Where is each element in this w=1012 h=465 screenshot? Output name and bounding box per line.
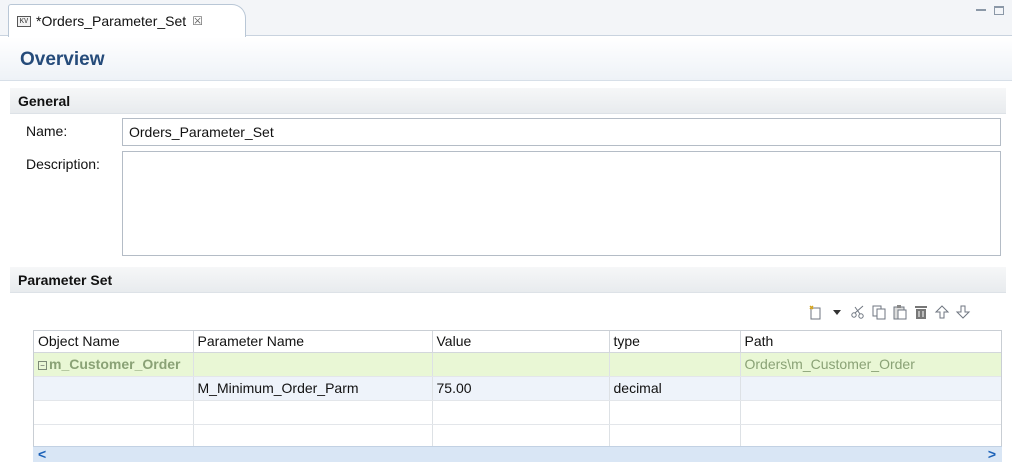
window-controls	[976, 6, 1004, 15]
object-name-cell: − m_Customer_Order	[34, 352, 194, 377]
empty-cell	[432, 424, 610, 449]
description-label: Description:	[26, 156, 100, 172]
move-up-icon[interactable]	[933, 303, 950, 320]
object-name-text: m_Customer_Order	[49, 356, 181, 372]
parameter-set-section-header[interactable]: Parameter Set	[10, 267, 1006, 293]
name-field[interactable]	[122, 118, 1001, 146]
path-cell: Orders\m_Customer_Order	[740, 352, 1001, 377]
type-cell	[609, 352, 741, 377]
copy-icon[interactable]	[870, 303, 887, 320]
collapse-icon[interactable]: −	[38, 361, 47, 370]
dropdown-arrow-icon[interactable]	[828, 303, 845, 320]
column-header-path[interactable]: Path	[740, 331, 1001, 353]
cut-icon[interactable]	[849, 303, 866, 320]
empty-cell	[193, 424, 433, 449]
description-field[interactable]	[122, 151, 1001, 256]
path-cell	[740, 376, 1001, 401]
close-icon[interactable]: ☒	[192, 14, 203, 28]
name-label: Name:	[26, 123, 68, 139]
column-header-parameter-name[interactable]: Parameter Name	[193, 331, 433, 353]
parameter-name-cell[interactable]: M_Minimum_Order_Parm	[193, 376, 433, 401]
new-icon[interactable]	[807, 303, 824, 320]
table-row[interactable]: − m_Customer_Order Orders\m_Customer_Orde…	[34, 352, 1001, 377]
scroll-left-icon[interactable]: <	[38, 447, 46, 462]
general-section-header[interactable]: General	[10, 88, 1006, 114]
parameter-toolbar	[807, 303, 971, 320]
column-header-object-name[interactable]: Object Name	[34, 331, 194, 353]
column-header-value[interactable]: Value	[432, 331, 610, 353]
minimize-icon[interactable]	[976, 9, 986, 12]
object-name-cell	[34, 376, 194, 401]
value-cell	[432, 352, 610, 377]
editor-tab[interactable]: KV *Orders_Parameter_Set ☒	[8, 4, 246, 37]
empty-cell	[609, 400, 741, 425]
table-row[interactable]: M_Minimum_Order_Parm 75.00 decimal	[34, 376, 1001, 401]
value-cell[interactable]: 75.00	[432, 376, 610, 401]
paste-icon[interactable]	[891, 303, 908, 320]
section-title-parameter-set: Parameter Set	[18, 272, 113, 288]
horizontal-scrollbar[interactable]: < >	[33, 446, 1002, 462]
move-down-icon[interactable]	[954, 303, 971, 320]
empty-cell	[34, 400, 194, 425]
overview-header: Overview	[0, 37, 1012, 81]
maximize-icon[interactable]	[994, 6, 1004, 15]
section-title-general: General	[18, 93, 71, 109]
parameter-set-icon: KV	[17, 15, 31, 27]
empty-cell	[740, 400, 1001, 425]
empty-cell	[34, 424, 194, 449]
editor-tab-bar: KV *Orders_Parameter_Set ☒	[0, 0, 1012, 37]
table-header-row: Object Name Parameter Name Value type Pa…	[34, 331, 1001, 353]
parameter-table: Object Name Parameter Name Value type Pa…	[33, 330, 1002, 460]
empty-cell	[740, 424, 1001, 449]
type-cell[interactable]: decimal	[609, 376, 741, 401]
table-row-empty[interactable]	[34, 424, 1001, 449]
table-row-empty[interactable]	[34, 400, 1001, 425]
empty-cell	[193, 400, 433, 425]
scroll-right-icon[interactable]: >	[988, 447, 996, 462]
page-title: Overview	[20, 49, 105, 70]
column-header-type[interactable]: type	[609, 331, 741, 353]
delete-icon[interactable]	[912, 303, 929, 320]
parameter-name-cell	[193, 352, 433, 377]
empty-cell	[609, 424, 741, 449]
tab-label: *Orders_Parameter_Set	[36, 13, 187, 29]
empty-cell	[432, 400, 610, 425]
